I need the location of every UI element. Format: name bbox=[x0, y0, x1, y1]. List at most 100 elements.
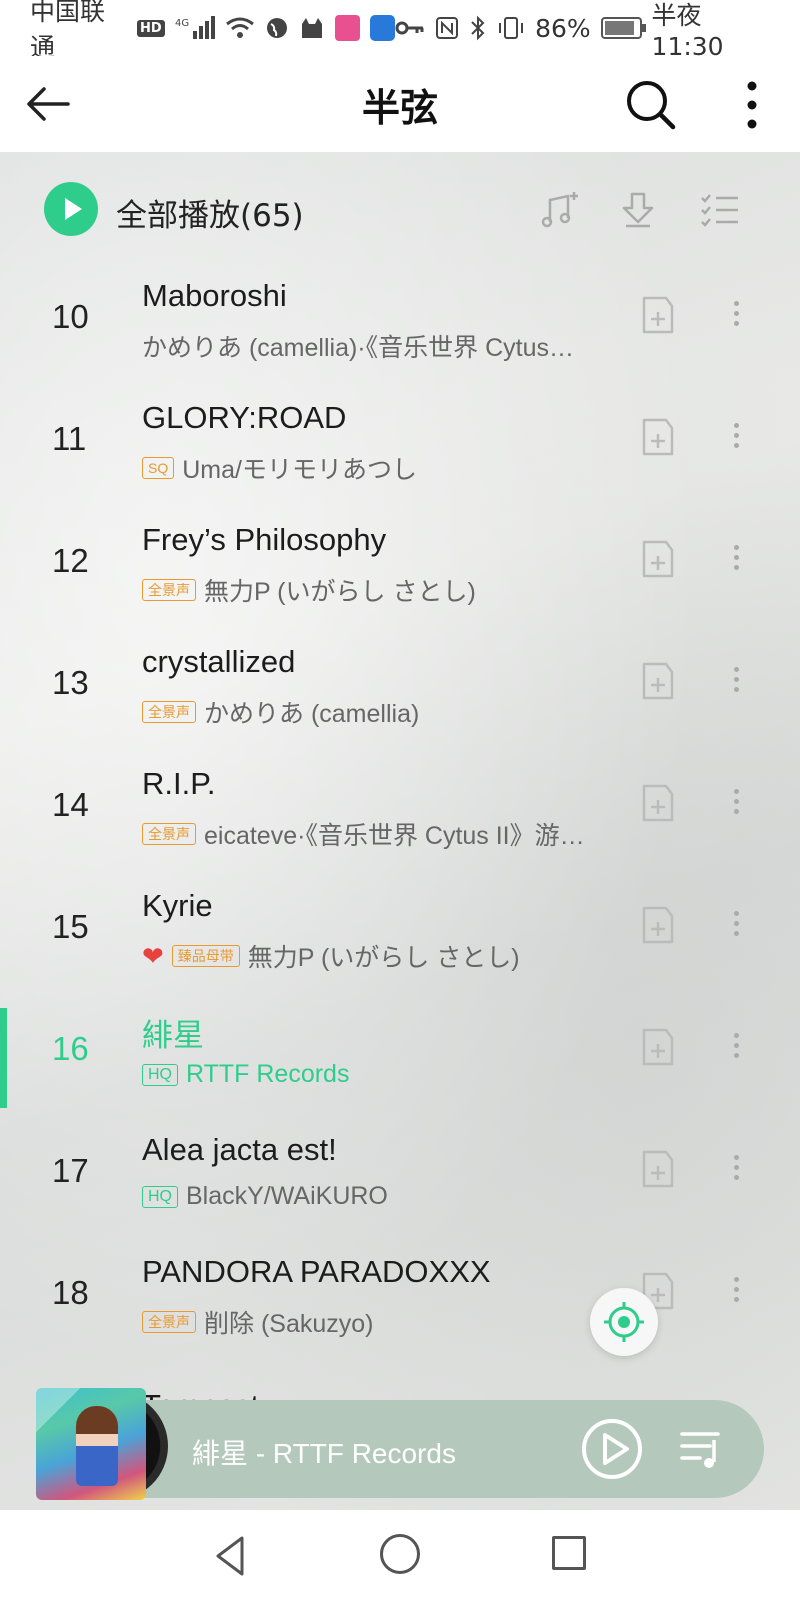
search-button[interactable] bbox=[624, 78, 678, 132]
song-artist: RTTF Records bbox=[186, 1060, 350, 1088]
battery-level bbox=[604, 21, 634, 35]
status-left: 中国联通 HD 4G bbox=[30, 0, 396, 64]
song-title: R.I.P. bbox=[142, 766, 216, 801]
song-list: 10 Maboroshi かめりあ (camellia)·《音乐世界 Cytus… bbox=[0, 266, 800, 1364]
play-all-row: 全部播放(65) bbox=[0, 152, 800, 266]
add-song-button[interactable] bbox=[636, 660, 676, 704]
triangle-back-icon bbox=[216, 1536, 244, 1576]
add-to-playlist-icon bbox=[642, 1028, 674, 1066]
quality-tag: 全景声 bbox=[142, 1311, 196, 1333]
song-subtitle: かめりあ (camellia)·《音乐世界 Cytus… bbox=[142, 328, 622, 364]
song-more-button[interactable] bbox=[724, 418, 748, 462]
battery-icon bbox=[600, 17, 646, 39]
add-song-button[interactable] bbox=[636, 1148, 676, 1192]
download-button[interactable] bbox=[616, 188, 660, 232]
key-icon bbox=[395, 18, 425, 38]
nav-back-button[interactable] bbox=[210, 1534, 254, 1578]
song-subtitle: HQ RTTF Records bbox=[142, 1060, 622, 1089]
add-to-playlist-button[interactable] bbox=[538, 188, 582, 232]
song-artist: 無力P (いがらし さとし) bbox=[247, 944, 520, 972]
app-notification-icon bbox=[334, 15, 360, 41]
album-cover[interactable] bbox=[36, 1388, 146, 1500]
play-pause-button[interactable] bbox=[580, 1417, 644, 1481]
song-row[interactable]: 13 crystallized 全景声 かめりあ (camellia) bbox=[0, 632, 800, 754]
song-more-button[interactable] bbox=[724, 662, 748, 706]
quality-tag: HQ bbox=[142, 1185, 178, 1208]
quality-tag: 全景声 bbox=[142, 579, 196, 601]
song-artist: Uma/モリモリあつし bbox=[182, 456, 417, 484]
song-row[interactable]: 10 Maboroshi かめりあ (camellia)·《音乐世界 Cytus… bbox=[0, 266, 800, 388]
album-cover-figure bbox=[76, 1406, 118, 1486]
locate-icon bbox=[604, 1302, 644, 1342]
now-playing-text[interactable]: 緋星 - RTTF Records bbox=[192, 1432, 456, 1472]
add-song-button[interactable] bbox=[636, 416, 676, 460]
play-circle-icon bbox=[582, 1419, 642, 1479]
now-playing-indicator bbox=[0, 1008, 7, 1108]
network-type: 4G bbox=[175, 18, 189, 29]
song-more-button[interactable] bbox=[724, 540, 748, 584]
nav-recents-button[interactable] bbox=[552, 1536, 586, 1570]
song-subtitle: SQ Uma/モリモリあつし bbox=[142, 450, 622, 486]
arrow-left-icon bbox=[27, 87, 70, 121]
song-title: 緋星 bbox=[142, 1018, 204, 1053]
add-song-button[interactable] bbox=[636, 1026, 676, 1070]
song-more-button[interactable] bbox=[724, 1150, 748, 1194]
clock: 半夜11:30 bbox=[651, 0, 724, 61]
heart-icon[interactable]: ❤ bbox=[142, 941, 164, 972]
add-to-playlist-icon bbox=[642, 296, 674, 334]
song-row[interactable]: 12 Frey’s Philosophy 全景声 無力P (いがらし さとし) bbox=[0, 510, 800, 632]
music-note-add-icon bbox=[541, 192, 578, 228]
back-button[interactable] bbox=[24, 78, 76, 130]
add-to-playlist-icon bbox=[642, 906, 674, 944]
quality-tag: 全景声 bbox=[142, 701, 196, 723]
song-title: GLORY:ROAD bbox=[142, 400, 347, 435]
add-to-playlist-icon bbox=[642, 662, 674, 700]
song-index: 10 bbox=[52, 298, 89, 335]
multi-select-button[interactable] bbox=[698, 188, 742, 232]
song-more-button[interactable] bbox=[724, 1272, 748, 1316]
song-more-button[interactable] bbox=[724, 906, 748, 950]
locate-playing-button[interactable] bbox=[590, 1288, 658, 1356]
playlist-queue-button[interactable] bbox=[678, 1426, 726, 1472]
quality-tag: 全景声 bbox=[142, 823, 196, 845]
song-index: 13 bbox=[52, 664, 89, 701]
more-vertical-icon bbox=[747, 81, 757, 129]
add-song-button[interactable] bbox=[636, 904, 676, 948]
status-right: 86% 半夜11:30 bbox=[395, 0, 770, 61]
song-index: 15 bbox=[52, 908, 89, 945]
queue-music-icon bbox=[680, 1432, 720, 1468]
song-row[interactable]: 14 R.I.P. 全景声 eicateve·《音乐世界 Cytus II》游… bbox=[0, 754, 800, 876]
play-all-label[interactable]: 全部播放(65) bbox=[116, 190, 304, 235]
song-title: Alea jacta est! bbox=[142, 1132, 337, 1167]
song-subtitle: 全景声 eicateve·《音乐世界 Cytus II》游… bbox=[142, 816, 622, 852]
add-to-playlist-icon bbox=[642, 418, 674, 456]
song-artist: かめりあ (camellia) bbox=[204, 700, 420, 728]
song-more-button[interactable] bbox=[724, 1028, 748, 1072]
more-options-button[interactable] bbox=[728, 78, 776, 132]
wifi-icon bbox=[225, 16, 255, 40]
song-more-button[interactable] bbox=[724, 296, 748, 340]
song-row[interactable]: 17 Alea jacta est! HQ BlackY/WAiKURO bbox=[0, 1120, 800, 1242]
add-to-playlist-icon bbox=[642, 1150, 674, 1188]
search-icon bbox=[627, 81, 676, 130]
nav-home-button[interactable] bbox=[380, 1534, 420, 1574]
add-song-button[interactable] bbox=[636, 782, 676, 826]
add-song-button[interactable] bbox=[636, 294, 676, 338]
status-bar: 中国联通 HD 4G 86% 半夜11:30 bbox=[0, 0, 800, 62]
song-row[interactable]: 15 Kyrie ❤ 臻品母带 無力P (いがらし さとし) bbox=[0, 876, 800, 998]
song-row[interactable]: 18 PANDORA PARADOXXX 全景声 削除 (Sakuzyo) bbox=[0, 1242, 800, 1364]
vibrate-icon bbox=[497, 16, 525, 40]
song-artist: 削除 (Sakuzyo) bbox=[204, 1310, 374, 1338]
globe-icon bbox=[265, 16, 289, 40]
song-subtitle: 全景声 かめりあ (camellia) bbox=[142, 694, 622, 730]
quality-tag: SQ bbox=[142, 457, 175, 479]
song-row[interactable]: 16 緋星 HQ RTTF Records bbox=[0, 998, 800, 1120]
song-row[interactable]: 11 GLORY:ROAD SQ Uma/モリモリあつし bbox=[0, 388, 800, 510]
song-more-button[interactable] bbox=[724, 784, 748, 828]
song-title: Frey’s Philosophy bbox=[142, 522, 387, 557]
play-all-button[interactable] bbox=[44, 182, 98, 236]
download-icon bbox=[622, 192, 654, 228]
add-song-button[interactable] bbox=[636, 538, 676, 582]
song-index: 17 bbox=[52, 1152, 89, 1189]
song-title: Kyrie bbox=[142, 888, 213, 923]
